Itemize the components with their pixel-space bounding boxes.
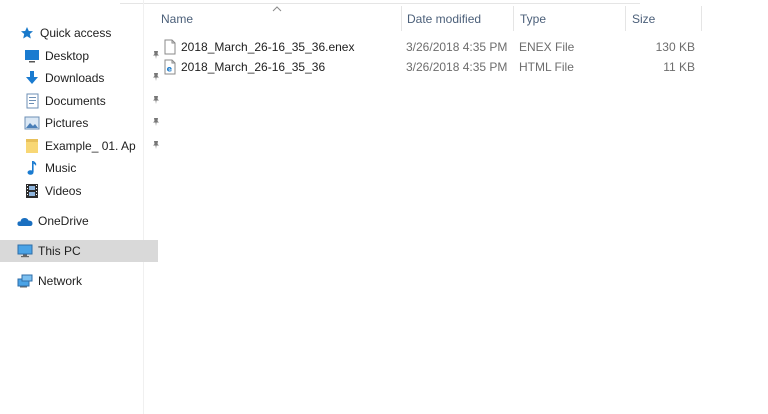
generic-file-icon (162, 39, 178, 55)
column-divider[interactable] (401, 6, 402, 31)
nav-label: This PC (38, 244, 81, 258)
column-divider[interactable] (513, 6, 514, 31)
file-type: HTML File (519, 60, 574, 74)
column-header-label: Date modified (407, 12, 482, 26)
column-header-type[interactable]: Type (520, 6, 624, 32)
column-header-date[interactable]: Date modified (407, 6, 513, 32)
nav-label: Example_ 01. Ap (45, 139, 136, 153)
file-name-cell[interactable]: e 2018_March_26-16_35_36 (162, 57, 325, 77)
file-row[interactable]: e 2018_March_26-16_35_36 3/26/2018 4:35 … (158, 57, 703, 77)
nav-label: Pictures (45, 116, 89, 130)
cloud-icon (17, 213, 33, 229)
nav-this-pc[interactable]: This PC (0, 240, 158, 262)
document-icon (24, 93, 40, 109)
file-size: 130 KB (655, 40, 695, 54)
pictures-icon (24, 115, 40, 131)
nav-label: Downloads (45, 71, 105, 85)
file-size: 11 KB (663, 60, 695, 74)
network-icon (17, 273, 33, 289)
pin-icon[interactable] (150, 94, 162, 106)
nav-onedrive[interactable]: OneDrive (0, 210, 158, 232)
file-name: 2018_March_26-16_35_36.enex (181, 40, 355, 54)
folder-icon (24, 138, 40, 154)
column-header-name[interactable]: Name (161, 6, 401, 32)
column-header-label: Type (520, 12, 547, 26)
nav-label: OneDrive (38, 214, 89, 228)
nav-downloads[interactable]: Downloads (0, 67, 165, 89)
monitor-icon (17, 243, 33, 259)
nav-desktop[interactable]: Desktop (0, 45, 165, 67)
download-arrow-icon (24, 70, 40, 86)
svg-text:e: e (167, 65, 173, 74)
nav-label: Network (38, 274, 83, 288)
nav-music[interactable]: Music (0, 157, 165, 179)
nav-pictures[interactable]: Pictures (0, 112, 165, 134)
top-strip (120, 0, 640, 4)
navigation-pane: Quick access Desktop Downloads Documents… (0, 0, 159, 414)
nav-label: Music (45, 161, 77, 175)
pin-icon[interactable] (150, 139, 162, 151)
file-date: 3/26/2018 4:35 PM (406, 60, 508, 74)
nav-label: Quick access (40, 26, 112, 40)
file-name-cell[interactable]: 2018_March_26-16_35_36.enex (162, 37, 354, 57)
nav-documents[interactable]: Documents (0, 90, 165, 112)
column-header-label: Name (161, 12, 194, 26)
column-header-label: Size (632, 12, 656, 26)
film-icon (24, 183, 40, 199)
pin-icon[interactable] (150, 116, 162, 128)
nav-example-folder[interactable]: Example_ 01. Ap (0, 135, 165, 157)
column-divider[interactable] (625, 6, 626, 31)
file-date: 3/26/2018 4:35 PM (406, 40, 508, 54)
nav-network[interactable]: Network (0, 270, 158, 292)
music-note-icon (24, 160, 40, 176)
nav-label: Videos (45, 184, 82, 198)
column-header-size[interactable]: Size (632, 6, 701, 32)
star-icon (19, 25, 35, 41)
nav-videos[interactable]: Videos (0, 180, 165, 202)
desktop-icon (24, 48, 40, 64)
edge-html-file-icon: e (162, 59, 178, 75)
file-type: ENEX File (519, 40, 575, 54)
nav-label: Desktop (45, 49, 90, 63)
file-row[interactable]: 2018_March_26-16_35_36.enex 3/26/2018 4:… (158, 37, 703, 57)
file-name: 2018_March_26-16_35_36 (181, 60, 326, 74)
column-divider[interactable] (701, 6, 702, 31)
nav-quick-access[interactable]: Quick access (0, 22, 160, 44)
nav-label: Documents (45, 94, 106, 108)
